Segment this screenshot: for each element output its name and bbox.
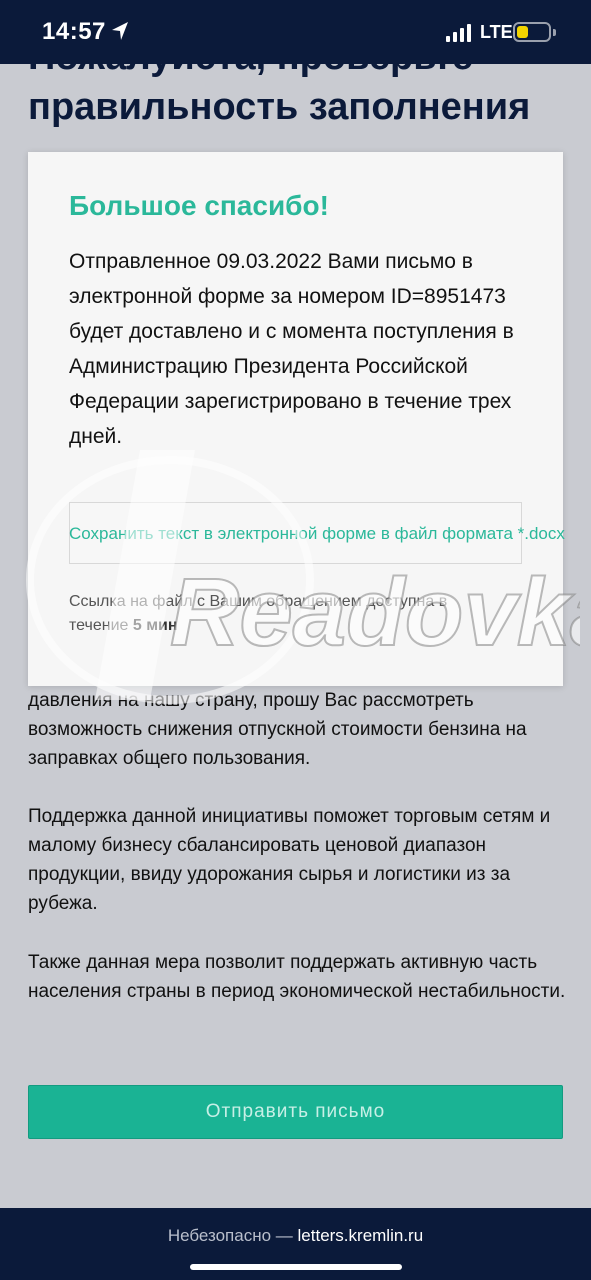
url-line[interactable]: Небезопасно — letters.kremlin.ru	[0, 1226, 591, 1246]
modal-title: Большое спасибо!	[69, 190, 329, 221]
location-arrow-icon	[112, 22, 128, 40]
body-paragraph-2: Поддержка данной инициативы поможет торг…	[28, 806, 551, 914]
modal-message: Отправленное 09.03.2022 Вами письмо в эл…	[69, 250, 514, 448]
battery-level	[517, 26, 528, 38]
battery-icon	[513, 22, 551, 42]
url-host: letters.kremlin.ru	[297, 1226, 424, 1245]
save-docx-link[interactable]: Сохранить текст в электронной форме в фа…	[69, 524, 589, 544]
status-time: 14:57	[42, 18, 106, 45]
network-type: LTE	[480, 22, 513, 42]
insecure-label: Небезопасно —	[167, 1226, 293, 1245]
link-note-time: 5 мин	[132, 617, 178, 634]
body-paragraph-1: давления на нашу страну, прошу Вас рассм…	[28, 690, 527, 769]
signal-strength-icon	[446, 24, 471, 42]
link-availability-note: Ссылка на файл с Вашим обращением доступ…	[69, 590, 509, 638]
thank-you-modal: Большое спасибо! Отправленное 09.03.2022…	[28, 152, 565, 686]
body-paragraph-3: Также данная мера позволит поддержать ак…	[28, 952, 566, 1002]
send-letter-button[interactable]: Отправить письмо	[28, 1085, 563, 1139]
home-indicator[interactable]	[190, 1264, 402, 1270]
link-note-text: Ссылка на файл с Вашим обращением доступ…	[69, 593, 448, 634]
web-page: Пожалуйста, проверьте правильность запол…	[0, 0, 591, 1280]
status-bar: 14:57 LTE	[0, 0, 591, 64]
browser-url-bar[interactable]: Небезопасно — letters.kremlin.ru	[0, 1208, 591, 1280]
battery-tip	[553, 29, 556, 36]
